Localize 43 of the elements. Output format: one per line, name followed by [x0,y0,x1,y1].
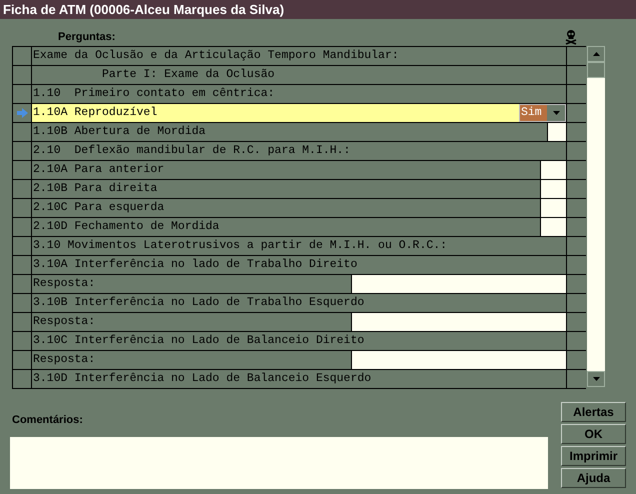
answer-label: Resposta: [32,352,96,368]
input-field[interactable] [540,199,566,217]
title-bar: Ficha de ATM (00006-Alceu Marques da Silva) [0,0,636,19]
question-text: 3.10A Interferência no lado de Trabalho Direito [32,257,358,273]
question-text: 1.10A Reproduzível [32,105,158,121]
caret-icon [552,111,560,115]
question-text: 2.10D Fechamento de Mordida [32,219,220,235]
scrollbar[interactable] [587,46,605,387]
question-text: 1.10B Abertura de Mordida [32,124,206,140]
question-text: 2.10C Para esquerda [32,200,164,216]
answer-label: Resposta: [32,276,96,292]
scroll-up-button[interactable] [587,46,605,62]
answer-field[interactable] [351,275,566,293]
dialog-button[interactable]: Ajuda [561,468,626,488]
comments-label: Comentários: [12,413,84,428]
question-text: 2.10 Deflexão mandibular de R.C. para M.I.H.: [32,143,350,159]
question-text: 3.10B Interferência no Lado de Trabalho Esquerdo [32,295,364,311]
input-field[interactable] [540,180,566,198]
question-text: 1.10 Primeiro contato em cêntrica: [32,86,275,102]
dialog-button[interactable]: Alertas [561,402,626,422]
question-text: 2.10B Para direita [32,181,158,197]
answer-field[interactable] [351,313,566,331]
dropdown[interactable]: Sim [519,104,566,122]
answer-label: Resposta: [32,314,96,330]
input-field[interactable] [547,123,566,141]
dialog-button[interactable]: OK [561,424,626,444]
input-field[interactable] [540,218,566,236]
question-text: 2.10A Para anterior [32,162,164,178]
scroll-down-button[interactable] [587,371,605,387]
dialog-button[interactable]: Imprimir [561,446,626,466]
scroll-thumb[interactable] [587,62,605,78]
question-text: 3.10C Interferência no Lado de Balanceio Direito [32,333,364,349]
question-text: Exame da Oclusão e da Articulação Temporo Mandibular: [32,48,399,64]
question-text: Parte I: Exame da Oclusão [101,67,275,83]
questions-label: Perguntas: [58,30,116,44]
current-row-icon [16,108,28,118]
up-arrow-icon [592,52,600,56]
comments-field[interactable] [10,436,548,488]
input-field[interactable] [540,161,566,179]
down-arrow-icon [592,377,600,381]
question-text: 3.10D Interferência no Lado de Balanceio Esquerdo [32,371,372,387]
question-text: 3.10 Movimentos Laterotrusivos a partir de M.I.H. ou O.R.C.: [32,238,448,254]
answer-field[interactable] [351,351,566,369]
